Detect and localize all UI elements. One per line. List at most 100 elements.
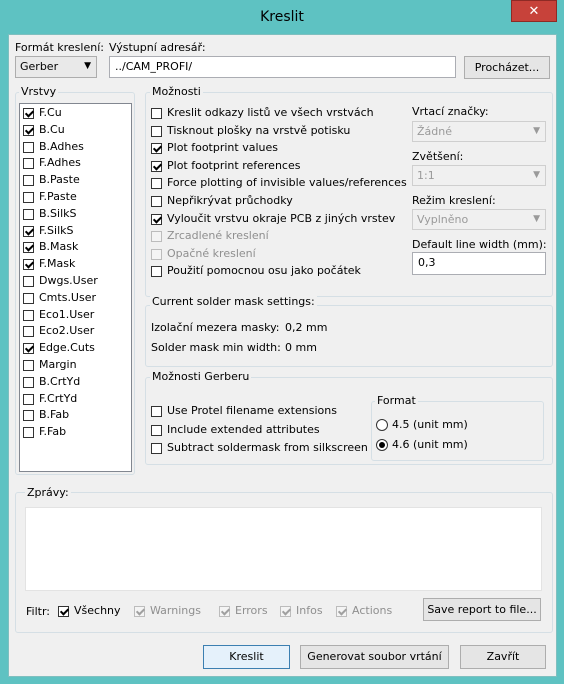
layer-item-label: B.Cu — [39, 122, 65, 136]
checkbox[interactable] — [23, 259, 34, 271]
layer-item-label: F.Paste — [39, 190, 77, 203]
checkbox[interactable] — [151, 108, 162, 119]
gerber-option-item-label: Use Protel filename extensions — [167, 404, 337, 417]
checkbox[interactable] — [23, 175, 34, 187]
option-item-label: Plot footprint references — [167, 158, 301, 172]
option-item-label: Opačné kreslení — [167, 246, 256, 260]
checkbox[interactable] — [23, 141, 34, 153]
checkbox[interactable] — [23, 360, 34, 371]
checkbox[interactable] — [23, 376, 34, 388]
filter-checkbox-label: Infos — [296, 604, 323, 617]
checkbox[interactable] — [23, 343, 34, 355]
checkbox[interactable] — [151, 178, 162, 190]
scale-label: Zvětšení: — [412, 150, 464, 163]
checkbox[interactable] — [151, 143, 162, 155]
checkbox[interactable] — [280, 606, 291, 617]
checkbox[interactable] — [151, 248, 162, 260]
checkbox[interactable] — [134, 606, 145, 617]
filter-checkbox-label: Všechny — [74, 604, 121, 617]
layer-item-label: Margin — [39, 358, 77, 371]
layer-item-label: Edge.Cuts — [39, 341, 95, 355]
drill-marks-select[interactable]: Žádné ▼ — [412, 121, 546, 142]
option-item-label: Zrcadlené kreslení — [167, 229, 269, 243]
line-width-input[interactable]: 0,3 — [412, 252, 546, 275]
checkbox[interactable] — [23, 427, 34, 439]
gerber-options-title: Možnosti Gerberu — [150, 370, 252, 383]
checkbox[interactable] — [151, 213, 162, 225]
checkbox[interactable] — [219, 606, 230, 617]
format-radio-label: 4.5 (unit mm) — [392, 418, 468, 431]
drill-marks-value: Žádné — [417, 125, 452, 138]
plot-mode-select[interactable]: Vyplněno ▼ — [412, 209, 546, 230]
checkbox[interactable] — [151, 160, 162, 172]
plot-mode-value: Vyplněno — [417, 213, 469, 226]
browse-button[interactable]: Procházet... — [464, 56, 550, 79]
layer-item-label: B.CrtYd — [39, 374, 81, 388]
scale-select[interactable]: 1:1 ▼ — [412, 165, 546, 186]
layer-item-label: Eco1.User — [39, 307, 95, 321]
checkbox[interactable] — [23, 276, 34, 287]
checkbox[interactable] — [151, 231, 162, 243]
output-dir-input[interactable]: ../CAM_PROFI/ — [109, 56, 456, 78]
layers-list[interactable]: F.Cu B.Cu B.Adhes F.Adhes B.Paste F.Paste B.Si… — [19, 103, 132, 472]
close-button[interactable]: Zavřít — [460, 645, 546, 669]
layer-item-label: Cmts.User — [39, 290, 97, 304]
radio-button[interactable] — [376, 439, 388, 451]
plot-format-select[interactable]: Gerber ▼ — [15, 56, 97, 78]
checkbox[interactable] — [151, 196, 162, 207]
checkbox[interactable] — [58, 606, 69, 617]
generate-drill-file-button[interactable]: Generovat soubor vrtání — [300, 645, 449, 669]
checkbox[interactable] — [23, 208, 34, 220]
format-title: Format — [375, 394, 418, 407]
solder-mask-group — [145, 305, 553, 367]
line-width-label: Default line width (mm): — [412, 238, 547, 251]
checkbox[interactable] — [23, 242, 34, 254]
chevron-down-icon: ▼ — [533, 170, 540, 180]
dialog-body: Formát kreslení: Gerber ▼ Výstupní adres… — [8, 34, 557, 677]
checkbox[interactable] — [23, 192, 34, 203]
checkbox[interactable] — [23, 410, 34, 422]
filter-checkbox-label: Warnings — [150, 604, 201, 617]
layers-title: Vrstvy — [19, 85, 59, 98]
option-item-label: Tisknout plošky na vrstvě potisku — [167, 123, 351, 137]
checkbox[interactable] — [151, 443, 162, 454]
filter-label: Filtr: — [26, 605, 50, 618]
title-bar[interactable]: Kreslit ✕ — [0, 0, 564, 34]
layer-item-label: F.SilkS — [39, 223, 74, 237]
layer-item-label: F.Fab — [39, 425, 67, 439]
checkbox[interactable] — [151, 406, 162, 417]
option-item-label: Plot footprint values — [167, 141, 278, 155]
checkbox[interactable] — [23, 108, 34, 119]
plot-button[interactable]: Kreslit — [203, 645, 290, 669]
radio-button[interactable] — [376, 419, 388, 431]
gerber-option-item-label: Include extended attributes — [167, 422, 320, 436]
option-item-label: Nepřikrývat průchodky — [167, 194, 293, 207]
chevron-down-icon: ▼ — [84, 61, 91, 71]
plot-format-value: Gerber — [20, 60, 59, 73]
checkbox[interactable] — [151, 266, 162, 278]
checkbox[interactable] — [336, 606, 347, 617]
save-report-button[interactable]: Save report to file... — [423, 598, 541, 621]
plot-mode-label: Režim kreslení: — [412, 194, 496, 207]
format-radio-label: 4.6 (unit mm) — [392, 438, 468, 451]
checkbox[interactable] — [23, 158, 34, 170]
layer-item-label: F.Mask — [39, 257, 76, 271]
close-window-button[interactable]: ✕ — [511, 0, 557, 22]
checkbox[interactable] — [23, 309, 34, 321]
chevron-down-icon: ▼ — [533, 214, 540, 224]
options-title: Možnosti — [150, 85, 203, 98]
checkbox[interactable] — [151, 424, 162, 436]
checkbox[interactable] — [23, 393, 34, 405]
checkbox[interactable] — [23, 225, 34, 237]
checkbox[interactable] — [151, 125, 162, 137]
option-item-label: Použití pomocnou osu jako počátek — [167, 264, 361, 278]
solder-mask-title: Current solder mask settings: — [150, 295, 317, 308]
checkbox[interactable] — [23, 326, 34, 338]
layer-item-label: F.Adhes — [39, 156, 81, 170]
checkbox[interactable] — [23, 292, 34, 304]
scale-value: 1:1 — [417, 169, 435, 182]
output-dir-label: Výstupní adresář: — [109, 41, 206, 54]
layer-item-label: B.Fab — [39, 408, 70, 422]
messages-textbox[interactable] — [25, 507, 542, 591]
checkbox[interactable] — [23, 124, 34, 136]
